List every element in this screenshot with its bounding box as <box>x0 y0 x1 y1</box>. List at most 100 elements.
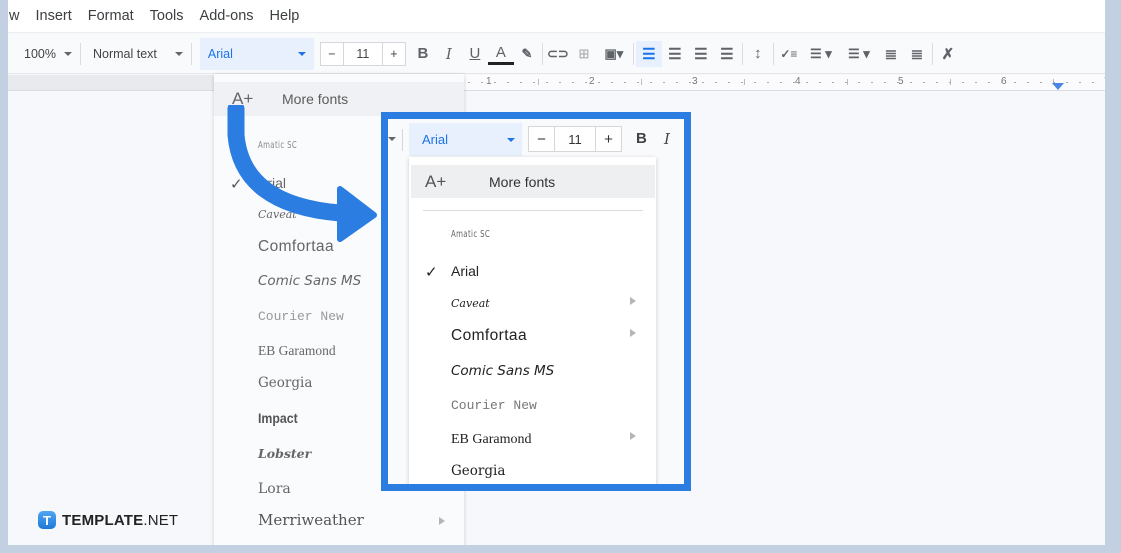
ruler-tick <box>744 79 745 85</box>
menu-help[interactable]: Help <box>270 8 300 24</box>
ruler-dot <box>663 82 665 83</box>
ruler-tick <box>847 79 848 85</box>
font-select[interactable]: Arial <box>199 37 314 70</box>
menu-insert[interactable]: Insert <box>35 8 71 24</box>
font-item-eb-garamond[interactable]: EB Garamond <box>258 343 336 359</box>
italic-icon[interactable]: I <box>436 41 462 67</box>
bulleted-list-icon[interactable]: ☰ ▾ <box>802 41 840 67</box>
align-left-icon[interactable]: ☰ <box>635 40 662 67</box>
align-right-icon[interactable]: ☰ <box>688 41 714 67</box>
font-item-courier-new[interactable]: Courier New <box>258 309 344 324</box>
curved-arrow-icon <box>227 105 377 242</box>
font-item-georgia[interactable]: Georgia <box>451 463 505 479</box>
chevron-down-icon <box>297 51 306 56</box>
chevron-down-icon <box>507 137 515 142</box>
toolbar: 100% Normal text Arial − 11 + B I U A ✎ … <box>8 34 1113 74</box>
arrow-shaft <box>227 105 349 222</box>
ruler-dot <box>793 82 795 83</box>
decrease-font-size-button[interactable]: − <box>321 43 343 65</box>
zoomed-font-value: Arial <box>422 132 449 147</box>
menu-bar: w Insert Format Tools Add-ons Help <box>8 0 1113 33</box>
justify-icon[interactable]: ☰ <box>714 41 740 67</box>
zoomed-font-select[interactable]: Arial <box>409 123 522 156</box>
zoomed-increase-font-size-button[interactable]: + <box>596 127 621 151</box>
zoomed-bold-icon[interactable]: B <box>636 130 647 147</box>
zoom-select[interactable]: 100% <box>24 47 72 61</box>
line-spacing-icon[interactable]: ↕ <box>745 41 771 67</box>
font-item-lora[interactable]: Lora <box>258 481 291 497</box>
ruler-dot <box>858 82 860 83</box>
font-item-arial[interactable]: Arial <box>451 263 479 279</box>
style-select[interactable]: Normal text <box>93 47 183 61</box>
divider <box>79 42 81 65</box>
font-value: Arial <box>207 46 233 61</box>
zoomed-font-size-input[interactable]: 11 <box>554 127 596 151</box>
ruler-dot <box>871 82 873 83</box>
font-item-eb-garamond[interactable]: EB Garamond <box>451 432 531 448</box>
ruler-dot <box>988 82 990 83</box>
bold-icon[interactable]: B <box>410 41 436 67</box>
docs-window: w Insert Format Tools Add-ons Help 100% … <box>8 0 1113 545</box>
link-icon[interactable]: ⊂⊃ <box>545 41 571 67</box>
menu-add-ons[interactable]: Add-ons <box>200 8 254 24</box>
checkmark-icon: ✓ <box>425 264 438 281</box>
zoomed-font-dropdown: A+ More fonts Amatic SC ✓ Arial Caveat C… <box>409 157 656 484</box>
font-item-georgia[interactable]: Georgia <box>258 375 312 391</box>
ruler-dot <box>754 82 756 83</box>
ruler-dot <box>1066 82 1068 83</box>
right-indent-marker[interactable] <box>1052 83 1064 90</box>
ruler-number: 1 <box>486 76 492 87</box>
ruler-dot <box>962 82 964 83</box>
numbered-list-icon[interactable]: ☰ ▾ <box>840 41 878 67</box>
logo-brand: TEMPLATE <box>62 511 144 529</box>
submenu-arrow-icon <box>630 297 636 305</box>
logo-text: TEMPLATE.NET <box>62 512 178 529</box>
font-item-lobster[interactable]: Lobster <box>258 446 311 461</box>
font-item-amatic-sc[interactable]: Amatic SC <box>451 229 490 240</box>
decrease-indent-icon[interactable]: ≣ <box>878 41 904 67</box>
font-item-comfortaa[interactable]: Comfortaa <box>451 327 527 345</box>
template-net-logo: T TEMPLATE.NET <box>38 511 178 529</box>
highlight-icon[interactable]: ✎ <box>514 41 540 67</box>
font-item-courier-new[interactable]: Courier New <box>451 398 537 413</box>
divider <box>190 42 192 65</box>
menu-tools[interactable]: Tools <box>150 8 184 24</box>
zoomed-font-size-stepper: − 11 + <box>528 126 622 152</box>
font-size-input[interactable]: 11 <box>342 42 383 65</box>
ruler-dot <box>585 82 587 83</box>
increase-indent-icon[interactable]: ≣ <box>904 41 930 67</box>
arrow-head <box>337 186 377 242</box>
zoomed-more-fonts-item[interactable]: A+ More fonts <box>411 165 655 198</box>
menu-view[interactable]: w <box>9 8 19 24</box>
chevron-down-icon <box>388 137 396 141</box>
ruler-dot <box>520 82 522 83</box>
menu-format[interactable]: Format <box>88 8 134 24</box>
increase-font-size-button[interactable]: + <box>383 43 405 65</box>
comment-icon[interactable]: ⊞ <box>571 41 597 67</box>
text-color-icon[interactable]: A <box>487 43 514 65</box>
zoomed-decrease-font-size-button[interactable]: − <box>529 127 554 151</box>
ruler-dot <box>897 82 899 83</box>
image-icon[interactable]: ▣▾ <box>597 41 631 67</box>
clear-formatting-icon[interactable]: ✗ <box>935 41 961 67</box>
ruler-dot <box>767 82 769 83</box>
checklist-icon[interactable]: ✓≡ <box>776 41 802 67</box>
ruler-dot <box>559 82 561 83</box>
divider <box>632 42 634 65</box>
font-item-impact[interactable]: Impact <box>258 410 298 426</box>
submenu-arrow-icon <box>630 432 636 440</box>
zoomed-italic-icon[interactable]: I <box>664 130 670 148</box>
logo-badge-icon: T <box>38 511 56 529</box>
zoomed-font-menu-callout: Arial − 11 + B I A+ More fonts Amatic SC… <box>381 112 691 491</box>
font-item-caveat[interactable]: Caveat <box>451 297 490 310</box>
ruler-tick <box>538 79 539 85</box>
ruler-dot <box>806 82 808 83</box>
align-center-icon[interactable]: ☰ <box>662 41 688 67</box>
logo-suffix: .NET <box>143 511 179 529</box>
font-item-comic-sans-ms[interactable]: Comic Sans MS <box>451 363 554 379</box>
ruler-dot <box>1092 82 1094 83</box>
font-item-comic-sans-ms[interactable]: Comic Sans MS <box>258 273 361 289</box>
underline-icon[interactable]: U <box>462 41 488 67</box>
ruler-dot <box>936 82 938 83</box>
font-item-merriweather[interactable]: Merriweather <box>258 511 364 529</box>
